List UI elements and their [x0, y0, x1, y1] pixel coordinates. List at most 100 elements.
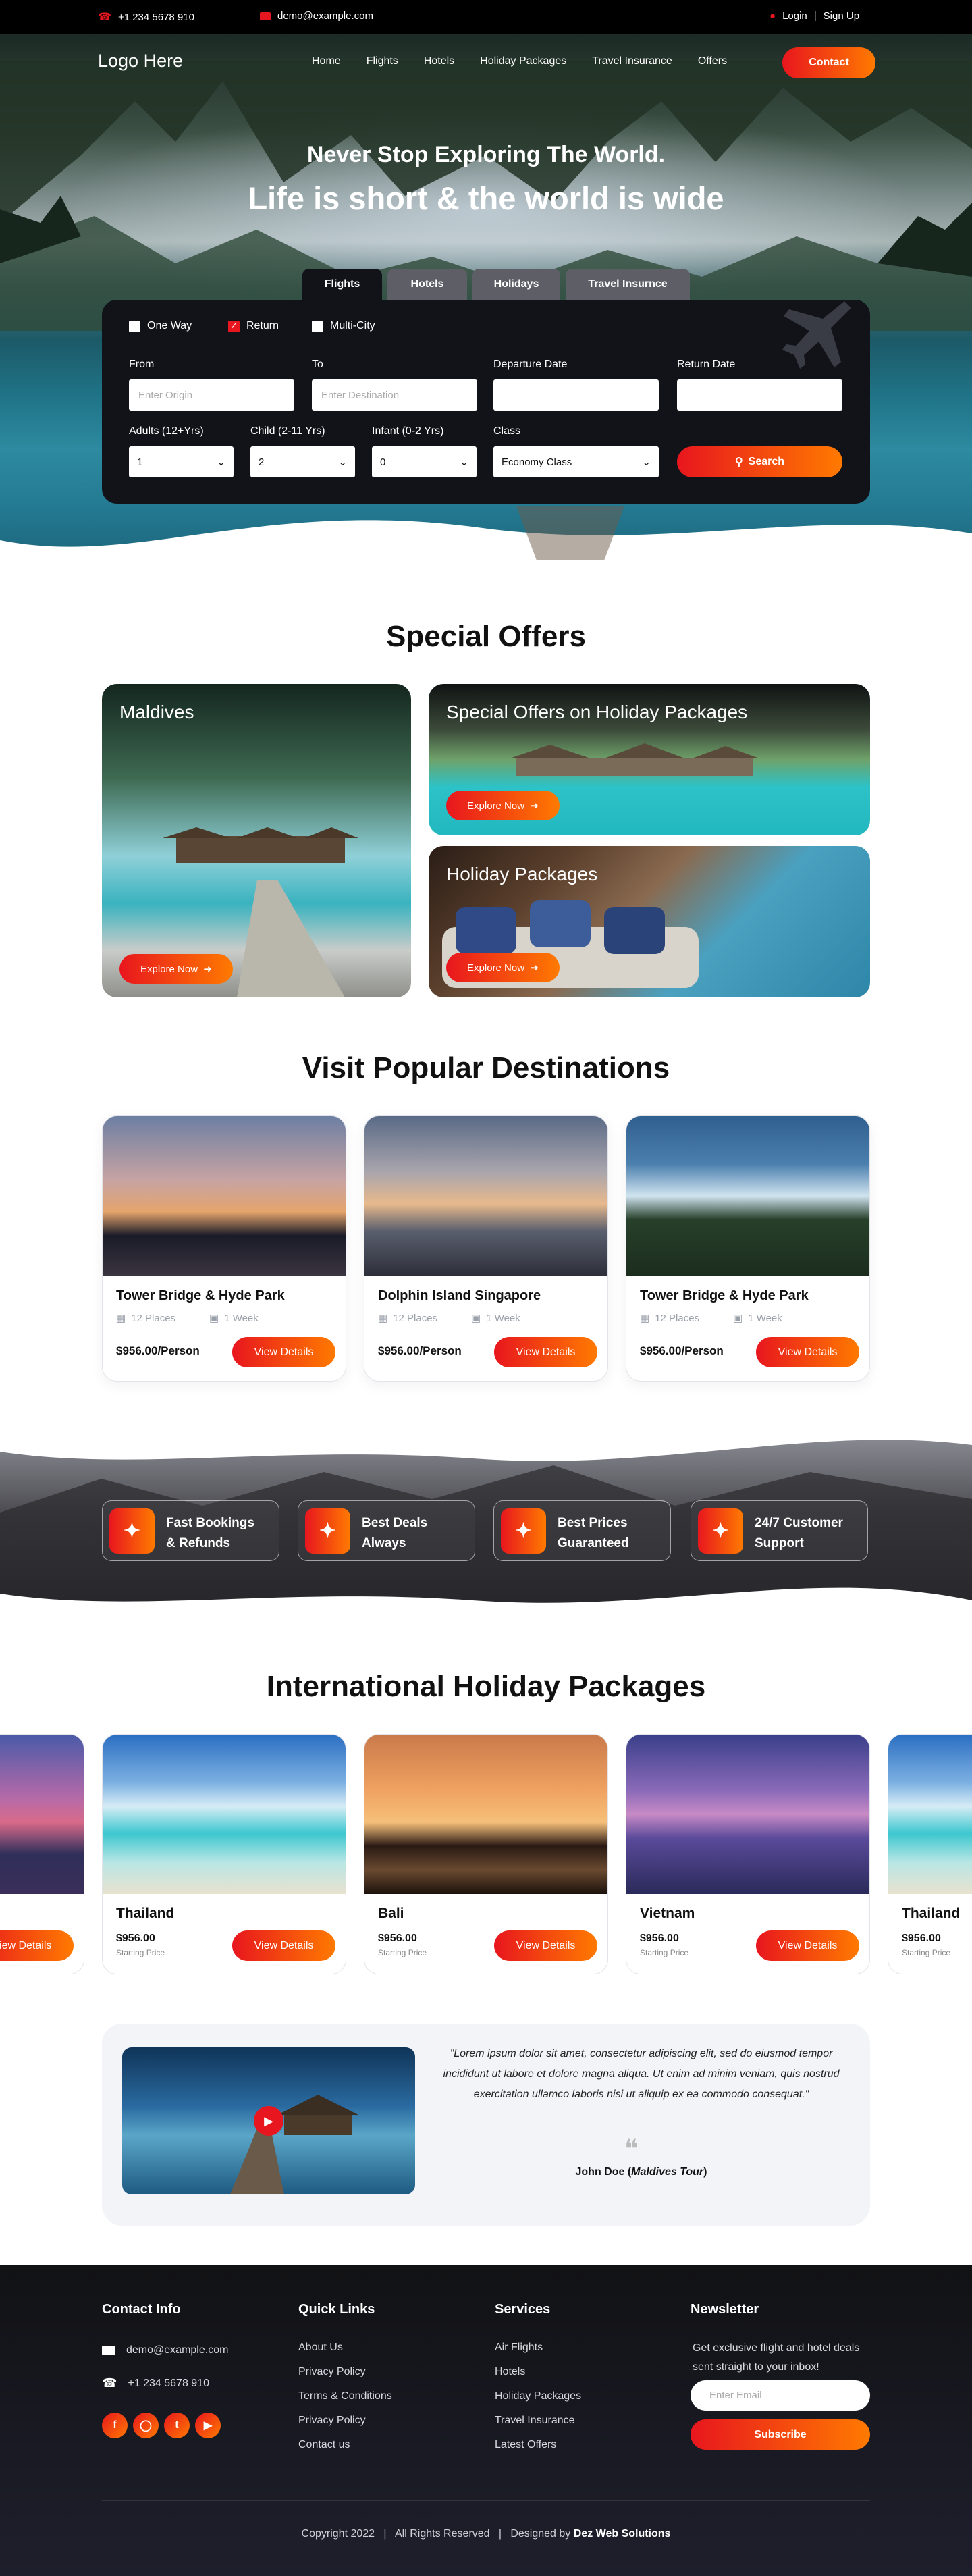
- destination-card[interactable]: Dolphin Island Singapore ▦ 12 Places ▣ 1 W…: [364, 1115, 608, 1382]
- newsletter-email-input[interactable]: Enter Email: [691, 2380, 870, 2411]
- places-info: ▦ 12 Places: [378, 1312, 437, 1325]
- places-info: ▦ 12 Places: [640, 1312, 699, 1325]
- footer-link-privacy[interactable]: Privacy Policy: [298, 2366, 366, 2378]
- tab-travel-insurance[interactable]: Travel Insurnce: [566, 269, 690, 300]
- contact-button[interactable]: Contact: [782, 47, 875, 78]
- footer-link-contact[interactable]: Contact us: [298, 2439, 350, 2451]
- nav-link-holiday-packages[interactable]: Holiday Packages: [480, 55, 566, 68]
- adults-select[interactable]: 1 ⌄: [129, 446, 234, 477]
- view-details-button[interactable]: View Details: [494, 1337, 597, 1367]
- footer-service-travel-insurance[interactable]: Travel Insurance: [495, 2415, 575, 2427]
- youtube-icon[interactable]: ▶: [195, 2413, 221, 2438]
- chevron-down-icon: ⌄: [642, 456, 651, 468]
- sunset-beach-image: [0, 1735, 84, 1894]
- footer-phone[interactable]: ☎ +1 234 5678 910: [102, 2376, 209, 2390]
- packages-carousel: View Details Thailand $956.00 Starting P…: [0, 1734, 972, 1974]
- footer-link-about[interactable]: About Us: [298, 2342, 343, 2354]
- tab-flights[interactable]: Flights: [302, 269, 382, 300]
- explore-now-button[interactable]: Explore Now ➜: [119, 954, 233, 984]
- tab-holidays[interactable]: Holidays: [473, 269, 560, 300]
- testimonial-quote: "Lorem ipsum dolor sit amet, consectetur…: [443, 2048, 840, 2100]
- search-button-label: Search: [748, 456, 785, 467]
- footer-link-terms[interactable]: Terms & Conditions: [298, 2390, 392, 2402]
- login-link[interactable]: Login: [782, 10, 807, 22]
- twitter-icon[interactable]: t: [164, 2413, 190, 2438]
- offer-card-holiday-packages-special[interactable]: Special Offers on Holiday Packages Explo…: [429, 684, 870, 835]
- package-card[interactable]: Thailand $956.00 Starting Price: [888, 1734, 972, 1974]
- view-details-button[interactable]: View Details: [232, 1337, 335, 1367]
- view-details-button[interactable]: View Details: [494, 1930, 597, 1961]
- view-details-button[interactable]: View Details: [756, 1930, 859, 1961]
- phone-icon: ☎: [102, 2376, 117, 2390]
- from-input[interactable]: Enter Origin: [129, 379, 294, 411]
- rocket-icon: ✦: [698, 1508, 743, 1554]
- to-input[interactable]: Enter Destination: [312, 379, 477, 411]
- class-label: Class: [493, 425, 521, 437]
- search-button[interactable]: ⚲ Search: [677, 446, 842, 477]
- destination-card[interactable]: Tower Bridge & Hyde Park ▦ 12 Places ▣ 1 W…: [626, 1115, 870, 1382]
- package-name: Thailand: [902, 1905, 961, 1921]
- radio-multi-city[interactable]: Multi-City: [312, 320, 375, 332]
- footer-quick-links-title: Quick Links: [298, 2302, 375, 2317]
- footer-service-holiday-packages[interactable]: Holiday Packages: [495, 2390, 581, 2402]
- user-icon: ●: [770, 10, 776, 22]
- destinations-title: Visit Popular Destinations: [302, 1051, 670, 1084]
- starting-price-label: Starting Price: [640, 1948, 689, 1957]
- footer-service-air-flights[interactable]: Air Flights: [495, 2342, 543, 2354]
- destination-card[interactable]: Tower Bridge & Hyde Park ▦ 12 Places ▣ 1 W…: [102, 1115, 346, 1382]
- feature-text: Best Prices Guaranteed: [558, 1516, 629, 1550]
- topbar-email[interactable]: demo@example.com: [260, 10, 373, 22]
- calendar-icon: ▣: [209, 1313, 219, 1324]
- explore-now-button[interactable]: Explore Now ➜: [446, 791, 560, 820]
- testimonial-section: ▶ "Lorem ipsum dolor sit amet, consectet…: [102, 2024, 870, 2226]
- package-card[interactable]: Thailand $956.00 Starting Price View Det…: [102, 1734, 346, 1974]
- nav-link-hotels[interactable]: Hotels: [424, 55, 454, 68]
- designer-link[interactable]: Dez Web Solutions: [574, 2528, 671, 2540]
- logo[interactable]: Logo Here: [98, 51, 183, 72]
- footer-email[interactable]: demo@example.com: [102, 2344, 228, 2357]
- nav-link-home[interactable]: Home: [312, 55, 341, 68]
- explore-now-button[interactable]: Explore Now ➜: [446, 953, 560, 982]
- to-label: To: [312, 359, 323, 370]
- duration-info: ▣ 1 Week: [471, 1312, 520, 1325]
- offer-card-maldives[interactable]: Maldives Explore Now ➜: [102, 684, 411, 997]
- view-details-button[interactable]: View Details: [756, 1337, 859, 1367]
- radio-one-way[interactable]: One Way: [129, 320, 192, 332]
- package-price: $956.00: [640, 1933, 679, 1944]
- infant-select[interactable]: 0 ⌄: [372, 446, 477, 477]
- special-offers-title: Special Offers: [386, 620, 586, 653]
- view-details-button[interactable]: View Details: [0, 1930, 74, 1961]
- instagram-icon[interactable]: ◯: [133, 2413, 159, 2438]
- signup-link[interactable]: Sign Up: [824, 10, 859, 22]
- video-thumbnail[interactable]: ▶: [122, 2047, 415, 2194]
- package-card[interactable]: Vietnam $956.00 Starting Price View Deta…: [626, 1734, 870, 1974]
- adults-label: Adults (12+Yrs): [129, 425, 204, 437]
- footer-link-privacy-2[interactable]: Privacy Policy: [298, 2415, 366, 2427]
- nav-link-offers[interactable]: Offers: [698, 55, 727, 68]
- infant-label: Infant (0-2 Yrs): [372, 425, 444, 437]
- nav-link-travel-insurance[interactable]: Travel Insurance: [592, 55, 672, 68]
- copyright-line: Copyright 2022 | All Rights Reserved | D…: [301, 2528, 671, 2540]
- topbar-phone[interactable]: ☎ +1 234 5678 910: [98, 10, 194, 24]
- subscribe-button[interactable]: Subscribe: [691, 2419, 870, 2450]
- return-date-input[interactable]: [677, 379, 842, 411]
- child-select[interactable]: 2 ⌄: [250, 446, 355, 477]
- duration-value: 1 Week: [224, 1312, 259, 1324]
- play-icon[interactable]: ▶: [254, 2106, 284, 2136]
- package-card[interactable]: View Details: [0, 1734, 84, 1974]
- offer-card-holiday-packages[interactable]: Holiday Packages Explore Now ➜: [429, 846, 870, 997]
- class-select[interactable]: Economy Class ⌄: [493, 446, 659, 477]
- author-name: John Doe: [575, 2166, 625, 2178]
- facebook-icon[interactable]: f: [102, 2413, 128, 2438]
- tab-hotels[interactable]: Hotels: [387, 269, 467, 300]
- footer-service-latest-offers[interactable]: Latest Offers: [495, 2439, 556, 2451]
- destination-name: Tower Bridge & Hyde Park: [640, 1288, 809, 1303]
- footer-service-hotels[interactable]: Hotels: [495, 2366, 525, 2378]
- footer-phone-text: +1 234 5678 910: [128, 2377, 209, 2389]
- departure-date-input[interactable]: [493, 379, 659, 411]
- view-details-button[interactable]: View Details: [232, 1930, 335, 1961]
- radio-return[interactable]: ✓ Return: [228, 320, 279, 332]
- package-card[interactable]: Bali $956.00 Starting Price View Details: [364, 1734, 608, 1974]
- destination-name: Dolphin Island Singapore: [378, 1288, 541, 1303]
- nav-link-flights[interactable]: Flights: [367, 55, 398, 68]
